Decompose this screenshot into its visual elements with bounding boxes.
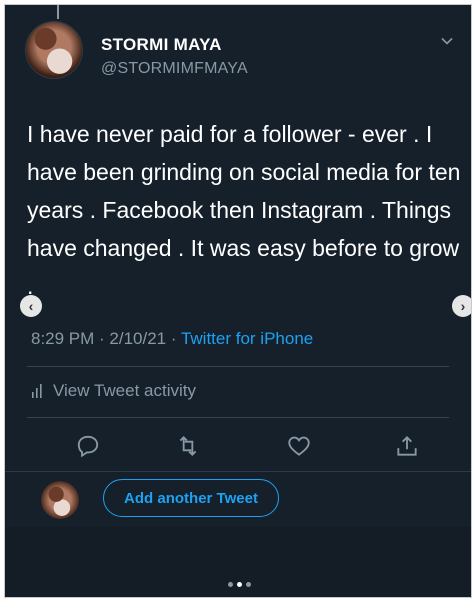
tweet-screen: STORMI MAYA @STORMIMFMAYA I have never p… bbox=[4, 4, 472, 598]
avatar[interactable] bbox=[25, 21, 83, 79]
divider bbox=[27, 366, 449, 367]
user-handle[interactable]: @STORMIMFMAYA bbox=[101, 60, 248, 78]
view-activity-label: View Tweet activity bbox=[53, 381, 196, 400]
thread-line bbox=[57, 5, 59, 19]
tweet-source-link[interactable]: Twitter for iPhone bbox=[181, 329, 313, 348]
heart-icon[interactable] bbox=[286, 433, 312, 459]
tweet-timestamp: 8:29 PM · 2/10/21 · bbox=[31, 329, 177, 348]
page-dot bbox=[228, 582, 233, 587]
retweet-icon[interactable] bbox=[175, 433, 201, 459]
divider bbox=[27, 417, 449, 418]
page-dot bbox=[246, 582, 251, 587]
analytics-icon bbox=[32, 384, 42, 398]
next-image-button[interactable]: › bbox=[452, 295, 471, 317]
view-activity-link[interactable]: View Tweet activity bbox=[31, 381, 196, 401]
tweet-meta: 8:29 PM · 2/10/21 · Twitter for iPhone bbox=[31, 329, 313, 349]
share-icon[interactable] bbox=[394, 433, 420, 459]
page-dot-active bbox=[237, 582, 242, 587]
page-indicator bbox=[228, 582, 251, 587]
chevron-down-icon[interactable] bbox=[441, 35, 453, 47]
display-name[interactable]: STORMI MAYA bbox=[101, 35, 222, 55]
divider bbox=[5, 471, 471, 472]
tweet-text: I have never paid for a follower - ever … bbox=[27, 121, 461, 299]
action-bar bbox=[5, 433, 471, 463]
reply-icon[interactable] bbox=[75, 433, 101, 459]
previous-image-button[interactable]: ‹ bbox=[20, 295, 42, 317]
reply-avatar bbox=[41, 481, 79, 519]
add-another-tweet-button[interactable]: Add another Tweet bbox=[103, 479, 279, 517]
